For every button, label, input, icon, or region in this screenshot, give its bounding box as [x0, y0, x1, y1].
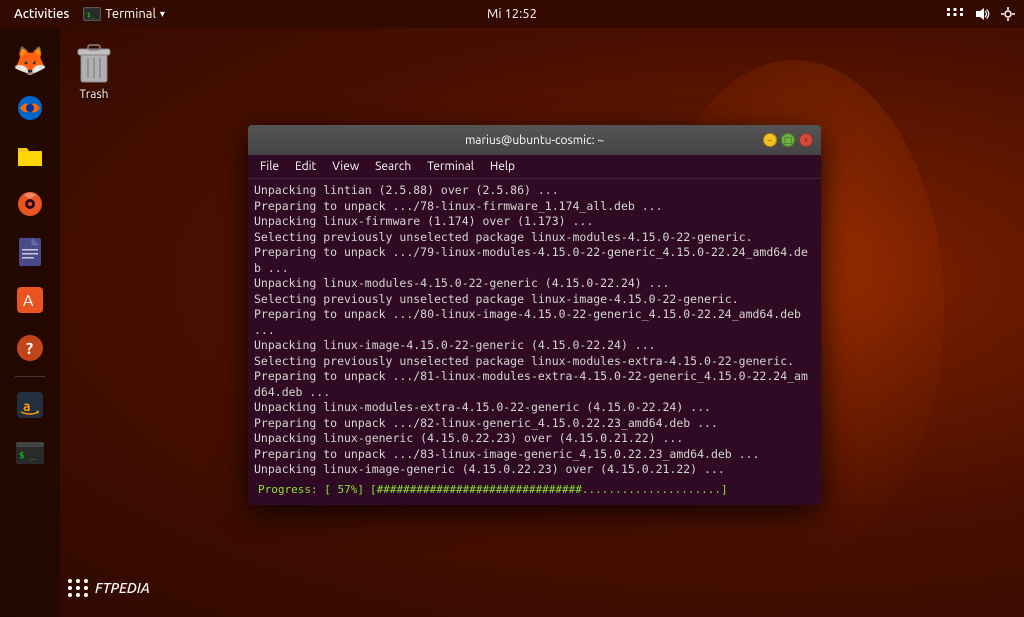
svg-text:$ _: $ _ — [19, 451, 36, 461]
dot-grid — [68, 579, 89, 597]
launcher: 🦊 — [0, 28, 60, 617]
svg-text:?: ? — [26, 340, 33, 358]
panel-left: Activities $_ Terminal ▾ — [8, 7, 165, 21]
terminal-taskbar-label: Terminal — [105, 7, 156, 21]
panel-right — [946, 6, 1016, 22]
launcher-amazon[interactable]: a — [8, 383, 52, 427]
launcher-separator — [15, 376, 45, 377]
launcher-music[interactable] — [8, 182, 52, 226]
system-menu-icon[interactable] — [1000, 6, 1016, 22]
launcher-files[interactable] — [8, 134, 52, 178]
network-icon[interactable] — [946, 6, 964, 22]
terminal-line: Selecting previously unselected package … — [254, 354, 815, 370]
terminal-line: Preparing to unpack .../81-linux-modules… — [254, 369, 815, 385]
close-button[interactable]: × — [799, 133, 813, 147]
menu-file[interactable]: File — [254, 158, 285, 175]
terminal-line: Unpacking linux-firmware (1.174) over (1… — [254, 214, 815, 230]
terminal-line: Unpacking linux-modules-extra-4.15.0-22-… — [254, 400, 815, 416]
terminal-line: Unpacking linux-modules-4.15.0-22-generi… — [254, 276, 815, 292]
svg-text:A: A — [23, 292, 34, 310]
terminal-line: Preparing to unpack .../83-linux-image-g… — [254, 447, 815, 463]
top-panel: Activities $_ Terminal ▾ Mi 12:52 — [0, 0, 1024, 28]
terminal-taskbar-icon: $_ — [83, 7, 101, 21]
desktop: Activities $_ Terminal ▾ Mi 12:52 — [0, 0, 1024, 617]
terminal-menubar: File Edit View Search Terminal Help — [248, 155, 821, 179]
launcher-firefox[interactable]: 🦊 — [8, 38, 52, 82]
terminal-line: Preparing to unpack .../78-linux-firmwar… — [254, 199, 815, 215]
launcher-help[interactable]: ? — [8, 326, 52, 370]
terminal-line: Preparing to unpack .../80-linux-image-4… — [254, 307, 815, 323]
maximize-button[interactable]: □ — [781, 133, 795, 147]
launcher-document[interactable] — [8, 230, 52, 274]
terminal-indicator[interactable]: $_ Terminal ▾ — [83, 7, 165, 21]
terminal-title: marius@ubuntu-cosmic: ~ — [465, 134, 604, 147]
ftpedia-text: FTPEDIA — [95, 580, 150, 596]
activities-button[interactable]: Activities — [8, 7, 75, 21]
progress-bar-area: Progress: [ 57%] [######################… — [254, 479, 815, 501]
terminal-line: d64.deb ... — [254, 385, 815, 401]
terminal-line: Unpacking lintian (2.5.88) over (2.5.86)… — [254, 183, 815, 199]
progress-bar: [###############################........… — [370, 482, 811, 498]
ftpedia-label: FTPEDIA — [68, 579, 150, 597]
launcher-software[interactable]: A — [8, 278, 52, 322]
terminal-window: marius@ubuntu-cosmic: ~ − □ × File Edit … — [248, 125, 821, 505]
menu-edit[interactable]: Edit — [289, 158, 322, 175]
launcher-terminal[interactable]: $ _ — [8, 431, 52, 475]
svg-text:$_: $_ — [87, 12, 95, 19]
terminal-line: Preparing to unpack .../79-linux-modules… — [254, 245, 815, 261]
launcher-thunderbird[interactable] — [8, 86, 52, 130]
terminal-line: Selecting previously unselected package … — [254, 230, 815, 246]
terminal-line: Selecting previously unselected package … — [254, 292, 815, 308]
terminal-content: Unpacking lintian (2.5.88) over (2.5.86)… — [248, 179, 821, 505]
trash-icon — [74, 38, 114, 84]
trash-label: Trash — [79, 88, 108, 101]
trash-desktop-icon[interactable]: Trash — [74, 38, 114, 101]
svg-text:a: a — [23, 398, 31, 414]
menu-view[interactable]: View — [326, 158, 365, 175]
terminal-line: Unpacking linux-image-4.15.0-22-generic … — [254, 338, 815, 354]
menu-help[interactable]: Help — [484, 158, 521, 175]
terminal-line: Unpacking linux-image-generic (4.15.0.22… — [254, 462, 815, 478]
menu-search[interactable]: Search — [369, 158, 417, 175]
terminal-line: ... — [254, 323, 815, 339]
titlebar-buttons: − □ × — [763, 133, 813, 147]
volume-icon[interactable] — [974, 6, 990, 22]
terminal-titlebar: marius@ubuntu-cosmic: ~ − □ × — [248, 125, 821, 155]
terminal-line: Unpacking linux-generic (4.15.0.22.23) o… — [254, 431, 815, 447]
terminal-line: Preparing to unpack .../82-linux-generic… — [254, 416, 815, 432]
terminal-line: b ... — [254, 261, 815, 277]
progress-label: Progress: [ 57%] — [258, 483, 364, 498]
terminal-dropdown-arrow[interactable]: ▾ — [160, 8, 165, 20]
menu-terminal[interactable]: Terminal — [421, 158, 480, 175]
panel-clock: Mi 12:52 — [487, 7, 537, 21]
terminal-output: Unpacking lintian (2.5.88) over (2.5.86)… — [254, 183, 815, 479]
minimize-button[interactable]: − — [763, 133, 777, 147]
